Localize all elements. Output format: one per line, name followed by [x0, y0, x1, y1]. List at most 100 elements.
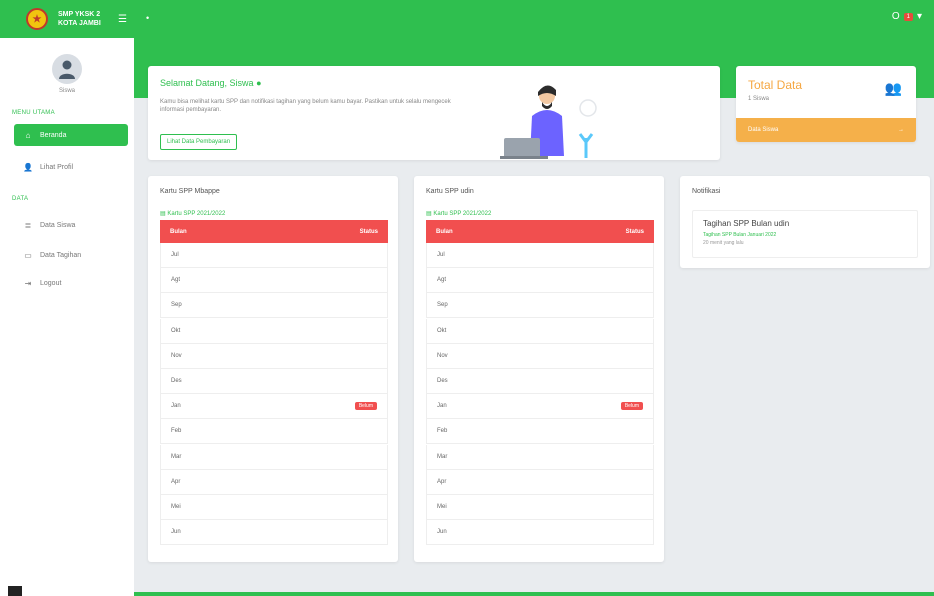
table-row: Jun: [160, 520, 388, 546]
column-header-bulan: Bulan: [170, 228, 187, 235]
kartu-spp-title: Kartu SPP udin: [426, 188, 474, 195]
notification-item-title: Tagihan SPP Bulan udin: [703, 219, 790, 228]
school-logo-icon: ★: [26, 8, 48, 30]
view-payment-button[interactable]: Lihat Data Pembayaran: [160, 134, 238, 150]
sidebar-item-label: Data Siswa: [40, 221, 76, 229]
table-row: Sep: [426, 293, 654, 319]
month-cell: Nov: [171, 352, 182, 359]
arrow-right-icon: →: [898, 127, 904, 133]
month-cell: Mar: [171, 453, 182, 460]
month-cell: Sep: [171, 302, 182, 309]
month-cell: Jun: [171, 529, 181, 536]
sidebar-toggle-icon[interactable]: ☰: [118, 14, 127, 25]
month-cell: Nov: [437, 352, 448, 359]
month-cell: Jul: [437, 252, 445, 258]
table-row: Des: [426, 369, 654, 394]
sidebar-footer-block: [8, 586, 22, 596]
total-data-footer[interactable]: Data Siswa →: [736, 118, 916, 142]
month-cell: Des: [437, 378, 448, 384]
table-row: Agt: [426, 268, 654, 294]
month-cell: Mar: [437, 453, 448, 460]
month-cell: Apr: [171, 478, 181, 485]
kartu-spp-card: Kartu SPP Mbappe ▤ Kartu SPP 2021/2022 B…: [148, 176, 398, 562]
notification-item[interactable]: Tagihan SPP Bulan udin Tagihan SPP Bulan…: [692, 210, 918, 258]
logout-icon: ⇥: [24, 278, 32, 288]
sidebar-item-profil[interactable]: 👤 Lihat Profil: [14, 156, 128, 178]
column-header-status: Status: [625, 228, 644, 235]
kartu-spp-table-header: Bulan Status: [160, 220, 388, 243]
table-row: Okt: [160, 318, 388, 344]
table-row: Okt: [426, 318, 654, 344]
table-row: Jul: [160, 243, 388, 268]
welcome-description: Kamu bisa melihat kartu SPP dan notifika…: [160, 99, 451, 113]
status-badge: Belum: [620, 402, 643, 411]
table-row: Jan Belum: [426, 394, 654, 420]
total-data-subtitle: 1 Siswa: [748, 96, 770, 102]
wave-icon: ●: [256, 78, 262, 88]
notification-badge[interactable]: 1: [903, 12, 913, 21]
chevron-down-icon[interactable]: ▾: [917, 11, 922, 22]
kartu-spp-table-header: Bulan Status: [426, 220, 654, 243]
user-icon: 👤: [23, 162, 33, 172]
month-cell: Apr: [437, 478, 447, 485]
kartu-spp-subtitle[interactable]: ▤ Kartu SPP 2021/2022: [160, 210, 225, 217]
user-avatar-icon: [59, 60, 75, 79]
table-row: Jul: [426, 243, 654, 268]
month-cell: Sep: [437, 302, 448, 309]
welcome-title: Selamat Datang, Siswa ●: [160, 78, 262, 88]
school-name: SMP YKSK 2 KOTA JAMBI: [58, 11, 101, 27]
notifikasi-card: Notifikasi Tagihan SPP Bulan udin Tagiha…: [680, 176, 930, 268]
table-row: Apr: [160, 469, 388, 495]
menu-section-data: DATA: [12, 196, 29, 202]
column-header-status: Status: [359, 228, 378, 235]
total-data-footer-label: Data Siswa: [748, 127, 779, 133]
kartu-spp-card: Kartu SPP udin ▤ Kartu SPP 2021/2022 Bul…: [414, 176, 664, 562]
table-row: Feb: [160, 419, 388, 445]
user-menu[interactable]: O 1 ▾: [892, 11, 922, 22]
person-laptop-illustration-icon: [500, 85, 597, 159]
month-cell: Jul: [171, 252, 179, 258]
sidebar-item-label: Logout: [40, 279, 62, 287]
kartu-spp-subtitle[interactable]: ▤ Kartu SPP 2021/2022: [426, 210, 491, 217]
sidebar-item-label: Lihat Profil: [40, 163, 74, 171]
home-icon: ⌂: [25, 130, 31, 140]
table-row: Feb: [426, 419, 654, 445]
month-cell: Okt: [437, 327, 447, 334]
sidebar-item-label: Beranda: [40, 131, 67, 139]
month-cell: Feb: [171, 428, 182, 435]
table-row: Nov: [426, 343, 654, 369]
table-row: Jan Belum: [160, 394, 388, 420]
total-data-title: Total Data: [748, 78, 803, 92]
table-row: Sep: [160, 293, 388, 319]
sidebar: Siswa MENU UTAMA ⌂ Beranda 👤 Lihat Profi…: [0, 38, 134, 596]
month-cell: Des: [171, 378, 182, 384]
menu-dots-icon[interactable]: •: [146, 13, 149, 23]
month-cell: Feb: [437, 428, 448, 435]
notification-item-description: Tagihan SPP Bulan Januari 2022: [703, 232, 777, 238]
month-cell: Okt: [171, 327, 181, 334]
users-icon: 👥: [884, 80, 902, 96]
column-header-bulan: Bulan: [436, 228, 453, 235]
status-badge: Belum: [354, 402, 377, 411]
list-icon: ≣: [24, 220, 32, 230]
kartu-spp-title: Kartu SPP Mbappe: [160, 188, 220, 195]
month-cell: Mei: [437, 504, 447, 510]
month-cell: Mei: [171, 504, 181, 510]
sidebar-user-name: Siswa: [58, 88, 75, 94]
sidebar-item-data-tagihan[interactable]: ▭ Data Tagihan: [14, 244, 128, 266]
sidebar-item-label: Data Tagihan: [40, 251, 82, 259]
month-cell: Jan: [437, 403, 447, 410]
brand[interactable]: ★ SMP YKSK 2 KOTA JAMBI ☰: [0, 0, 134, 38]
table-row: Agt: [160, 268, 388, 294]
avatar[interactable]: [52, 54, 82, 84]
month-cell: Jun: [437, 529, 447, 536]
month-cell: Jan: [171, 403, 181, 410]
table-row: Nov: [160, 343, 388, 369]
notifikasi-title: Notifikasi: [692, 188, 721, 195]
sidebar-item-logout[interactable]: ⇥ Logout: [14, 272, 128, 294]
table-row: Mar: [426, 444, 654, 470]
footer-bar: [134, 592, 934, 596]
table-row: Mei: [426, 495, 654, 520]
sidebar-item-data-siswa[interactable]: ≣ Data Siswa: [14, 214, 128, 236]
sidebar-item-beranda[interactable]: ⌂ Beranda: [14, 124, 128, 146]
